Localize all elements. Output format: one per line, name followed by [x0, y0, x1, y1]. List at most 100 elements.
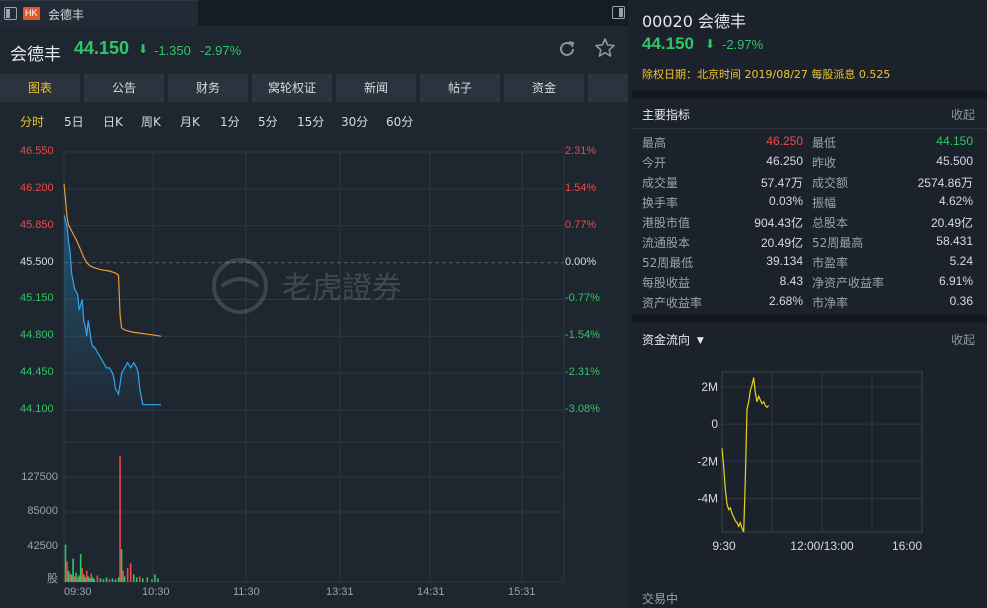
volume-bar-30	[122, 570, 124, 582]
caret-down-icon: ▼	[696, 336, 704, 346]
tab-1[interactable]: 公告	[84, 74, 164, 102]
stock-document-tab[interactable]: HK 会德丰	[0, 0, 198, 26]
price-tick-7: 44.100	[20, 403, 54, 415]
tab-more[interactable]	[588, 74, 628, 102]
indicator-label: 资产收益率	[642, 296, 703, 310]
toggle-left-sidebar-icon[interactable]	[4, 7, 17, 20]
indicator-value: 57.47万	[760, 176, 803, 190]
volume-bar-10	[79, 554, 82, 582]
tab-0[interactable]: 图表	[0, 74, 80, 102]
stock-name: 会德丰	[10, 45, 61, 65]
indicator-value: 0.03%	[768, 194, 803, 208]
volume-bar-6	[73, 576, 76, 582]
tab-6[interactable]: 资金	[504, 74, 584, 102]
indicator-label: 52周最低	[642, 256, 694, 270]
indicator-value: 8.43	[779, 274, 803, 288]
indicator-label: 港股市值	[642, 216, 691, 230]
main-tab-bar: 图表 公告 财务 窝轮权证 新闻 帖子 资金	[0, 74, 628, 102]
period-tab-5[interactable]: 1分	[220, 108, 240, 136]
pct-tick-3: 0.00%	[565, 255, 597, 268]
dividend-notice: 除权日期：北京时间 2019/08/27 每股派息 0.525	[642, 68, 891, 81]
fund-y-tick-1: 0	[711, 417, 718, 431]
indicator-value: 2.68%	[768, 294, 803, 308]
market-badge: HK	[23, 7, 40, 20]
volume-bar-34	[132, 574, 135, 582]
period-tab-2[interactable]: 日K	[103, 108, 123, 136]
fund-flow-line	[721, 377, 770, 533]
period-tab-8[interactable]: 30分	[341, 108, 368, 136]
pct-tick-1: 1.54%	[565, 181, 597, 194]
indicator-value: 46.250	[766, 154, 803, 168]
watermark-tiger-stripe	[220, 277, 260, 288]
volume-bar-16	[88, 578, 91, 582]
refresh-icon[interactable]	[556, 38, 578, 60]
volume-bar-27	[117, 577, 120, 582]
intraday-chart[interactable]: 老虎證券 46.550 2.31% 46.200 1.54% 45.850 0.77% 45…	[0, 138, 628, 608]
volume-bar-24	[108, 579, 111, 582]
stock-code-name: 00020 会德丰	[642, 12, 746, 31]
indicator-value: 46.250	[766, 134, 803, 148]
intraday-chart-svg: 老虎證券	[63, 151, 565, 583]
volume-bar-12	[82, 574, 85, 582]
toggle-right-sidebar-icon[interactable]	[612, 6, 625, 19]
indicator-value: 904.43亿	[754, 216, 803, 230]
period-tab-1[interactable]: 5日	[64, 108, 84, 136]
volume-bar-40	[154, 574, 156, 582]
fund-flow-title: 资金流向	[642, 333, 691, 347]
divider	[632, 128, 987, 129]
period-tab-9[interactable]: 60分	[386, 108, 413, 136]
period-tab-0[interactable]: 分时	[20, 108, 44, 136]
volume-bar-20	[96, 575, 99, 582]
fund-flow-dropdown[interactable]: 资金流向 ▼	[642, 331, 704, 348]
section-separator	[632, 90, 987, 98]
volume-tick-1: 85000	[27, 505, 58, 517]
favorite-star-icon[interactable]	[594, 37, 616, 59]
side-change-pct: -2.97%	[722, 37, 764, 52]
volume-bar-31	[123, 576, 126, 582]
volume-bar-35	[135, 577, 138, 582]
price-tick-2: 45.850	[20, 218, 54, 231]
tab-4[interactable]: 新闻	[336, 74, 416, 102]
price-tick-3: 45.500	[20, 255, 54, 268]
plot-frame	[63, 151, 565, 583]
side-down-arrow-icon: ⬇	[705, 37, 716, 51]
price-tick-6: 44.450	[20, 366, 54, 379]
indicator-label: 市净率	[812, 296, 849, 310]
tab-3[interactable]: 窝轮权证	[252, 74, 332, 102]
price-tick-5: 44.800	[20, 329, 54, 342]
volume-bar-23	[105, 577, 108, 582]
period-tab-7[interactable]: 15分	[297, 108, 324, 136]
indicators-collapse-button[interactable]: 收起	[951, 106, 975, 123]
volume-bar-17	[90, 573, 93, 582]
fund-y-tick-2: -2M	[697, 454, 718, 468]
tab-2[interactable]: 财务	[168, 74, 248, 102]
price-change-pct: -2.97%	[200, 43, 242, 58]
volume-bar-15	[87, 576, 90, 582]
indicator-label: 昨收	[812, 156, 837, 170]
quote-panel: HK 会德丰 会德丰 44.150 ⬇ -1.350 -2.97% 图表 公告 财务…	[0, 0, 628, 608]
indicator-value: 44.150	[936, 134, 973, 148]
volume-bar-8	[76, 577, 79, 582]
fund-flow-collapse-button[interactable]: 收起	[951, 331, 975, 348]
indicator-value: 58.431	[936, 234, 973, 248]
volume-bar-1	[66, 561, 68, 582]
period-tab-6[interactable]: 5分	[258, 108, 278, 136]
volume-bar-7	[75, 572, 77, 582]
time-tick-4: 14:31	[417, 586, 445, 598]
indicator-label: 52周最高	[812, 236, 864, 250]
period-tab-4[interactable]: 月K	[180, 108, 200, 136]
indicator-value: 5.24	[949, 254, 973, 268]
price-tick-4: 45.150	[20, 292, 54, 305]
price-tick-1: 46.200	[20, 181, 54, 194]
time-tick-3: 13:31	[326, 586, 354, 598]
period-tab-3[interactable]: 周K	[141, 108, 161, 136]
pct-tick-2: 0.77%	[565, 218, 597, 231]
indicator-label: 换手率	[642, 196, 679, 210]
detail-panel: 00020 会德丰 44.150 ⬇ -2.97% 除权日期：北京时间 2019…	[632, 0, 987, 608]
indicator-value: 4.62%	[938, 194, 973, 208]
fund-x-tick-2: 16:00	[892, 539, 922, 553]
volume-tick-3: 股	[47, 573, 58, 585]
tab-5[interactable]: 帖子	[420, 74, 500, 102]
volume-bar-41	[157, 578, 159, 582]
section-separator	[632, 314, 987, 322]
